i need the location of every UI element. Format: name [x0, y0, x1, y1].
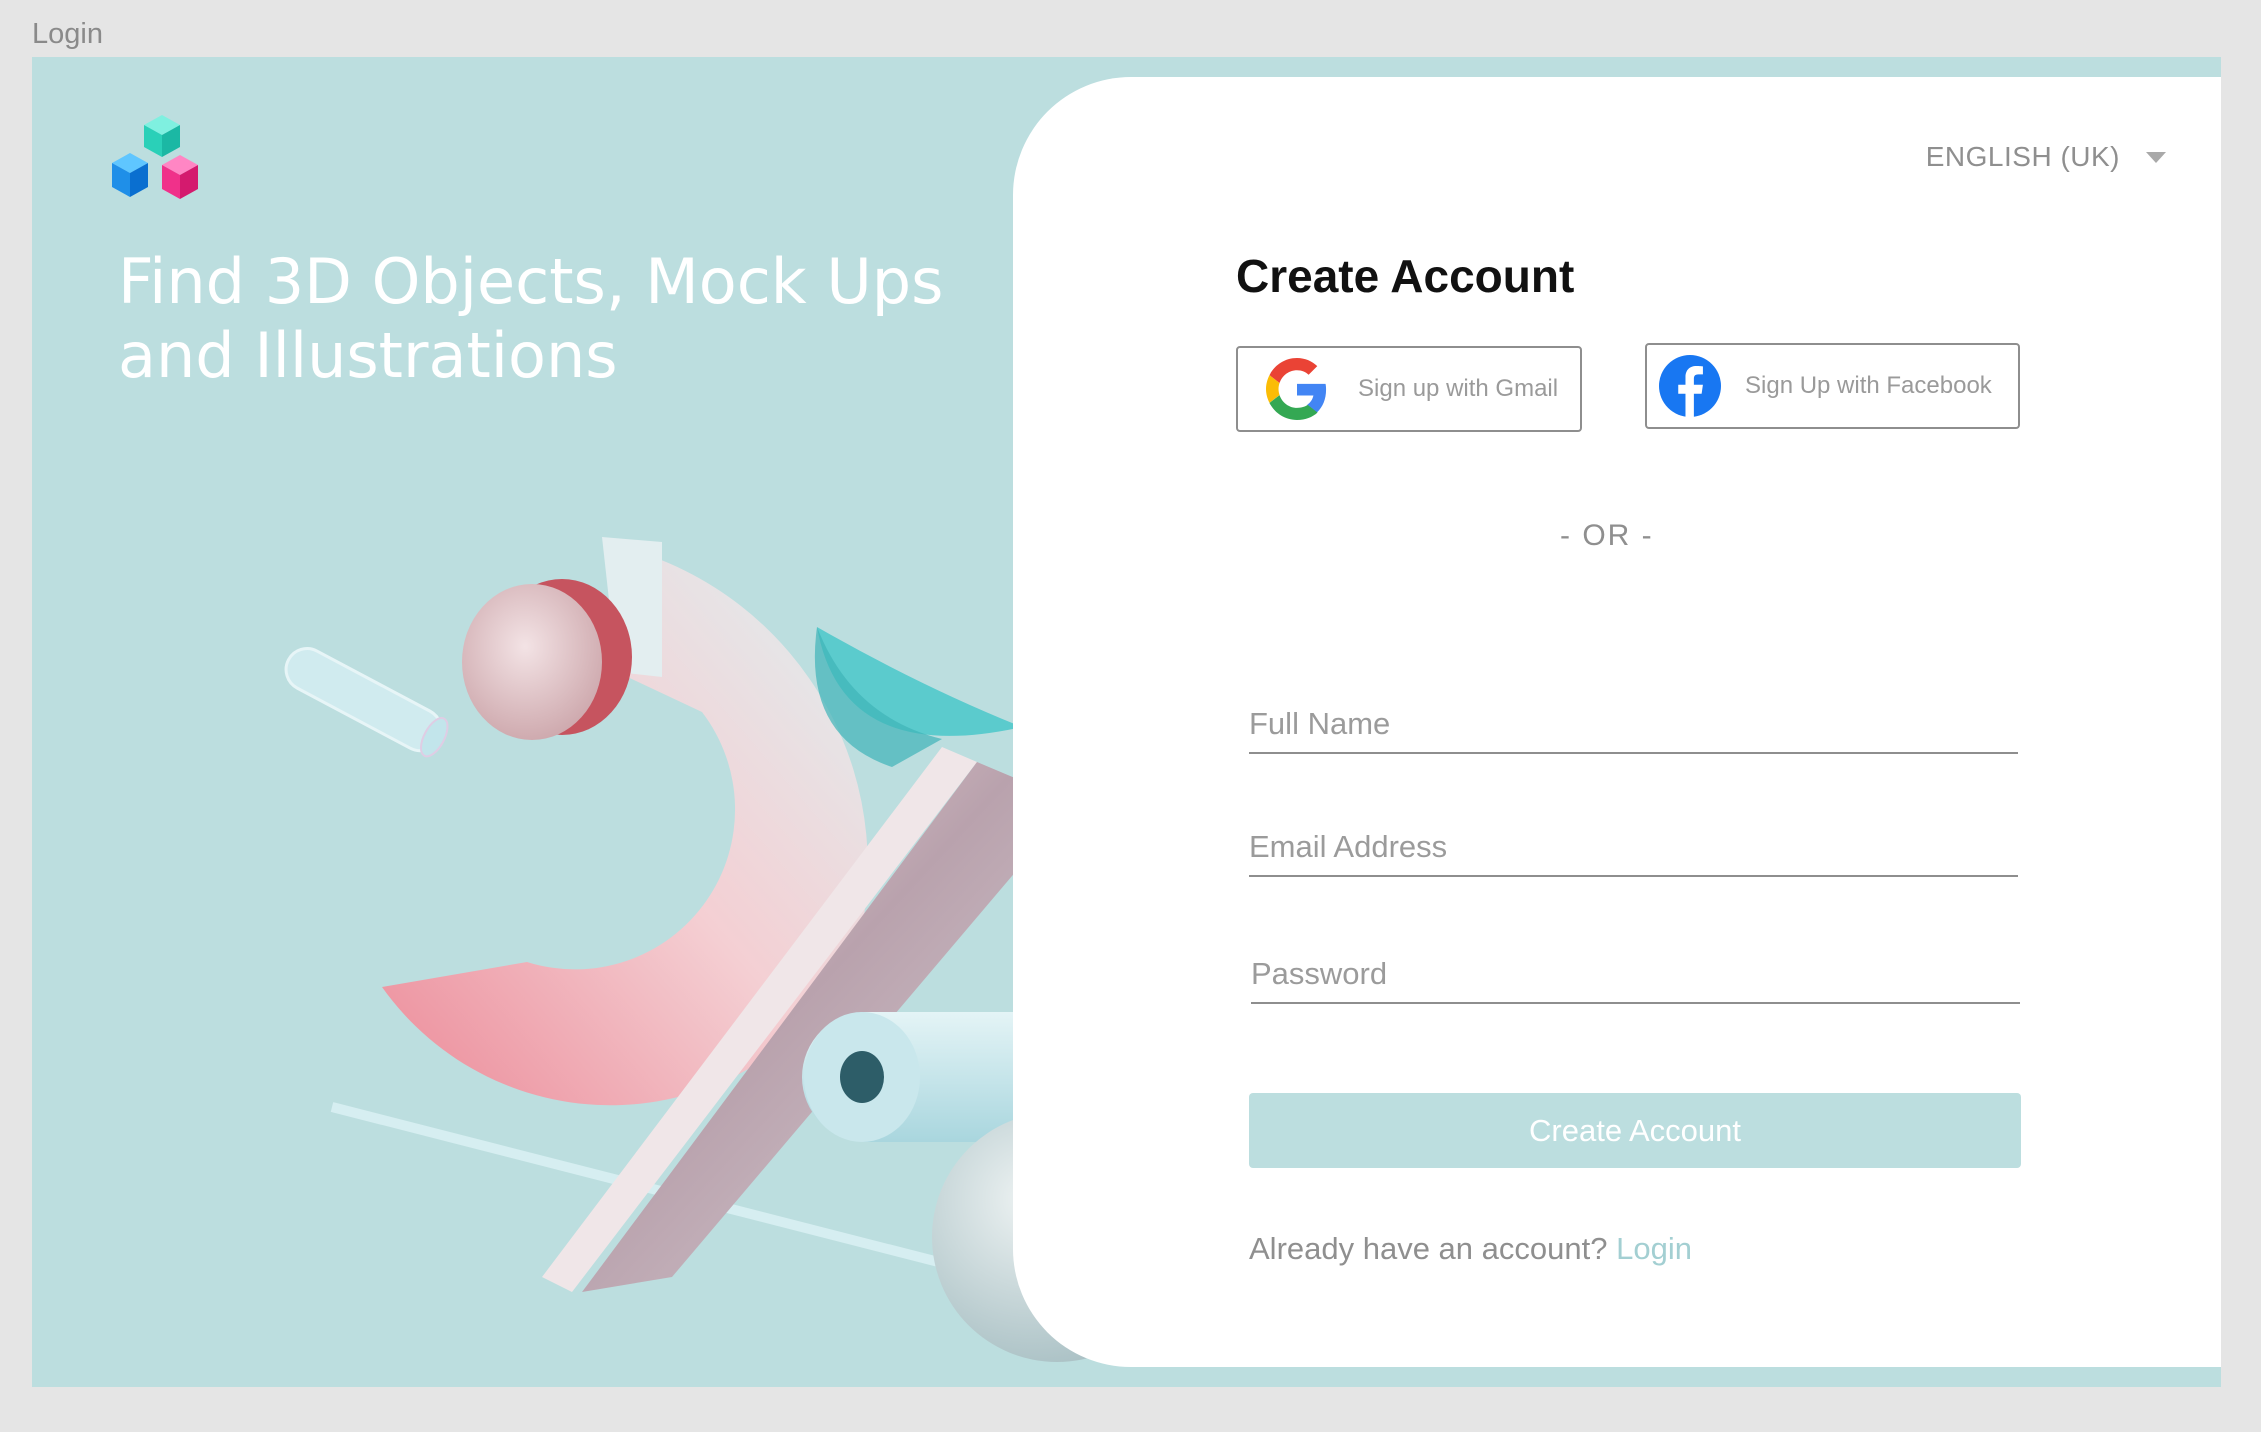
facebook-signup-button[interactable]: Sign Up with Facebook: [1645, 343, 2020, 429]
login-link[interactable]: Login: [1616, 1231, 1692, 1266]
or-divider-text: - OR -: [1560, 519, 1654, 552]
frame-label: Login: [32, 18, 103, 50]
password-input[interactable]: [1251, 950, 2020, 998]
signup-panel: ENGLISH (UK) Create Account Sign up with…: [1013, 77, 2221, 1367]
create-account-button[interactable]: Create Account: [1249, 1093, 2021, 1168]
page-title: Create Account: [1236, 250, 1575, 302]
chevron-down-icon: [2146, 151, 2166, 163]
full-name-field: [1249, 700, 2018, 754]
facebook-icon: [1659, 355, 1721, 417]
cubes-logo-icon: [112, 115, 198, 199]
hero-headline-line1: Find 3D Objects, Mock Ups: [118, 245, 944, 318]
gmail-signup-button[interactable]: Sign up with Gmail: [1236, 346, 1582, 432]
email-field: [1249, 823, 2018, 877]
login-prompt: Already have an account? Login: [1249, 1231, 1692, 1267]
language-label: ENGLISH (UK): [1925, 141, 2120, 172]
hero-headline-line2: and Illustrations: [118, 319, 618, 392]
signup-page: Find 3D Objects, Mock Ups and Illustrati…: [32, 57, 2221, 1387]
google-icon: [1266, 358, 1327, 420]
language-selector[interactable]: ENGLISH (UK): [1926, 141, 2166, 173]
password-field: [1251, 950, 2020, 1004]
login-prompt-text: Already have an account?: [1249, 1231, 1608, 1266]
facebook-button-label: Sign Up with Facebook: [1745, 372, 1992, 399]
hero-headline: Find 3D Objects, Mock Ups and Illustrati…: [118, 245, 1018, 393]
email-input[interactable]: [1249, 823, 2018, 871]
gmail-button-label: Sign up with Gmail: [1358, 375, 1559, 402]
full-name-input[interactable]: [1249, 700, 2018, 748]
